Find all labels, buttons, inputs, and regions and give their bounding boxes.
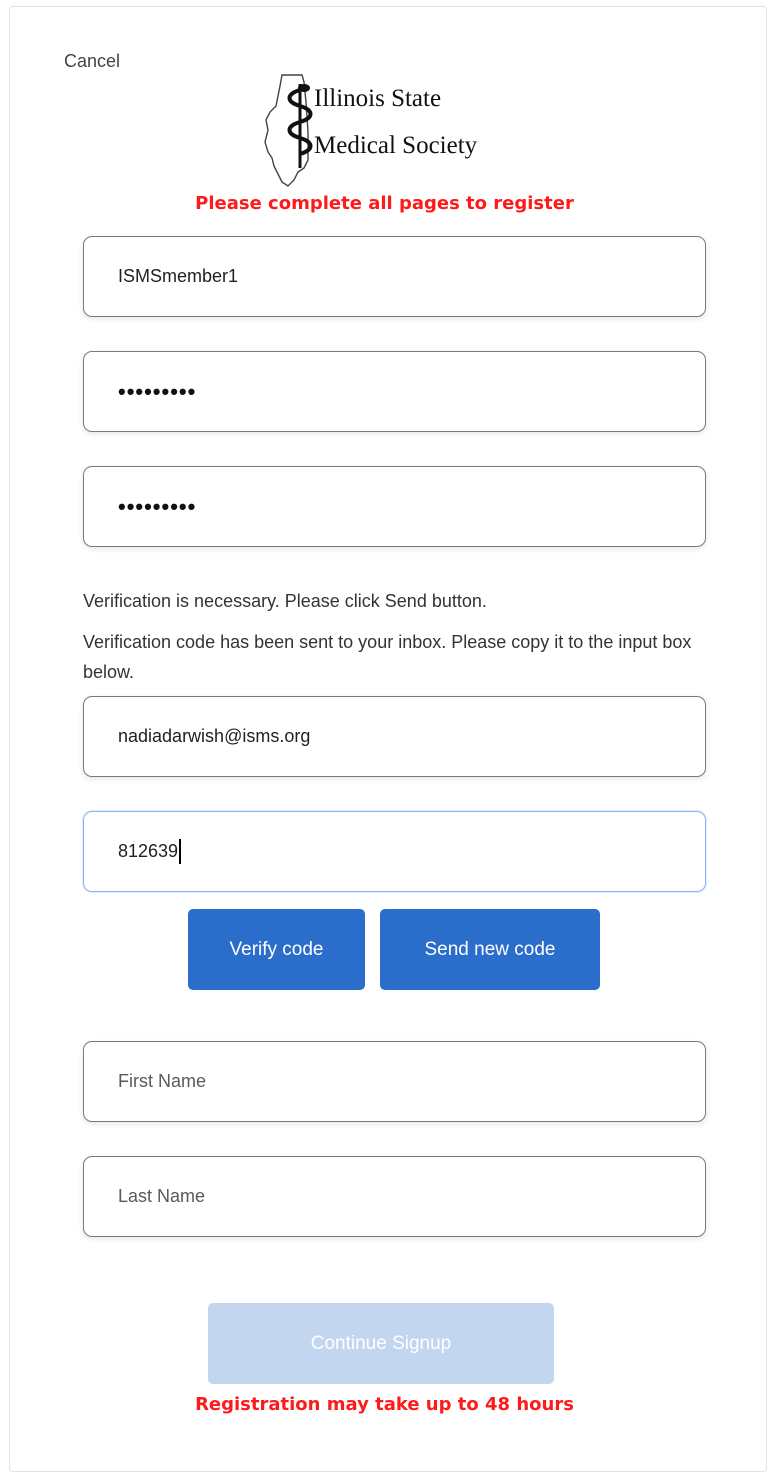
send-new-code-button[interactable]: Send new code [380,909,600,990]
verify-code-button[interactable]: Verify code [188,909,365,990]
email-field[interactable]: nadiadarwish@isms.org [83,696,706,777]
verification-necessary-text: Verification is necessary. Please click … [83,591,487,611]
password-masked-value: ••••••••• [118,378,197,404]
complete-pages-notice: Please complete all pages to register [195,193,574,214]
illinois-state-outline-icon [264,74,313,187]
text-caret [179,839,181,864]
verification-sent-text: Verification code has been sent to your … [83,632,692,682]
password-field[interactable]: ••••••••• [83,351,706,432]
logo-line-2: Medical Society [314,132,478,159]
cancel-link[interactable]: Cancel [64,51,120,72]
last-name-placeholder: Last Name [118,1186,206,1206]
confirm-password-masked-value: ••••••••• [118,493,197,519]
signup-page: Cancel Illinois State Medical Society Pl… [0,0,769,1477]
email-value: nadiadarwish@isms.org [118,726,311,746]
verification-code-field[interactable]: 812639 [83,811,706,892]
first-name-placeholder: First Name [118,1071,207,1091]
verification-code-value: 812639 [118,841,179,861]
username-field[interactable]: ISMSmember1 [83,236,706,317]
isms-logo: Illinois State Medical Society [262,72,532,190]
username-value: ISMSmember1 [118,266,239,286]
continue-signup-button[interactable]: Continue Signup [208,1303,554,1384]
logo-line-1: Illinois State [314,85,442,112]
confirm-password-field[interactable]: ••••••••• [83,466,706,547]
registration-time-notice: Registration may take up to 48 hours [195,1394,574,1415]
first-name-field[interactable]: First Name [83,1041,706,1122]
last-name-field[interactable]: Last Name [83,1156,706,1237]
